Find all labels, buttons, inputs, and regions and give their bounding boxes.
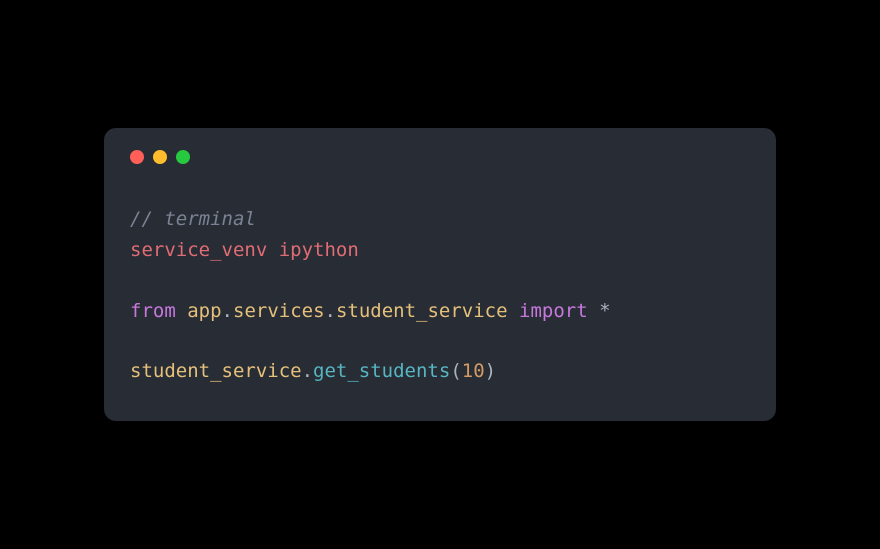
code-line-2: service_venv ipython [130,235,750,265]
code-line-blank [130,265,750,295]
token-space [508,300,519,322]
token-space [267,239,278,261]
token-star: * [599,300,610,322]
code-line-6: student_service.get_students(10) [130,356,750,386]
maximize-icon[interactable] [176,150,190,164]
token-module: student_service [336,300,508,322]
token-method: get_students [313,360,450,382]
code-editor-window: // terminalservice_venv ipythonfrom app.… [104,128,776,420]
token-dot: . [302,360,313,382]
comment-slash: // [130,208,164,230]
code-content: // terminalservice_venv ipythonfrom app.… [130,204,750,386]
token-keyword-import: import [519,300,588,322]
code-line-1: // terminal [130,204,750,234]
token-dot: . [325,300,336,322]
token-keyword-from: from [130,300,176,322]
comment-text: terminal [164,208,256,230]
token-module: services [233,300,325,322]
token-command: ipython [279,239,359,261]
token-number: 10 [462,360,485,382]
token-dot: . [222,300,233,322]
token-module: app [187,300,221,322]
code-line-blank [130,326,750,356]
minimize-icon[interactable] [153,150,167,164]
close-icon[interactable] [130,150,144,164]
token-space [588,300,599,322]
token-object: student_service [130,360,302,382]
code-line-4: from app.services.student_service import… [130,296,750,326]
token-command: service_venv [130,239,267,261]
token-space [176,300,187,322]
token-paren-open: ( [450,360,461,382]
window-controls [130,150,750,164]
token-paren-close: ) [485,360,496,382]
